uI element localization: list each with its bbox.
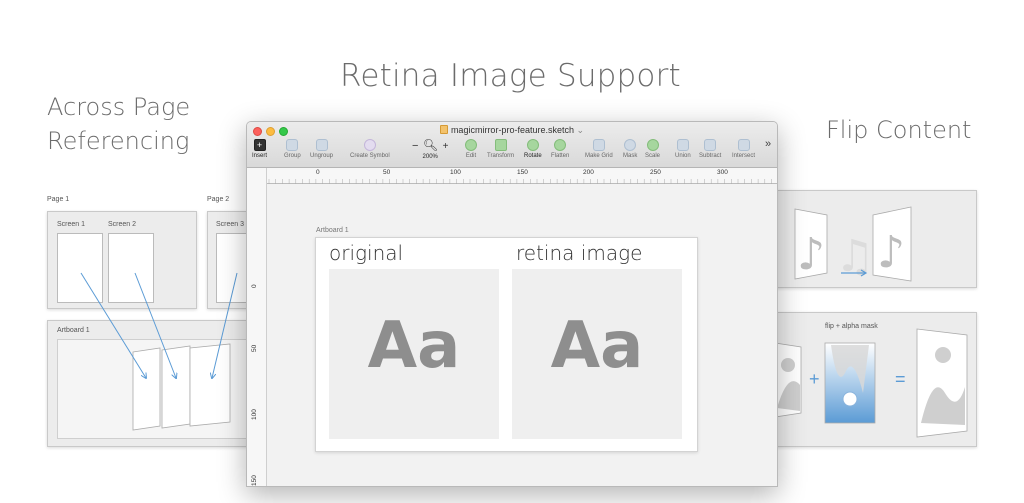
zoom-control[interactable]: − 🔍︎ + 200% <box>412 136 448 160</box>
toolbar-overflow-button[interactable]: » <box>765 138 771 150</box>
flip-demo-panel: ♪ ♫ ♪ <box>772 190 977 288</box>
subtract-icon <box>704 139 717 151</box>
original-aa-text: Aa <box>367 309 461 383</box>
insert-button[interactable]: + Insert <box>252 139 267 159</box>
sketch-window: magicmirror-pro-feature.sketch ⌄ + Inser… <box>246 121 778 487</box>
canvas[interactable]: Artboard 1 original retina image Aa Aa <box>268 184 777 486</box>
vruler-label-50: 50 <box>251 344 258 352</box>
rotate-button[interactable]: Rotate <box>524 139 542 159</box>
vruler-label-0: 0 <box>251 284 258 288</box>
horizontal-ruler: 0 50 100 150 200 250 300 <box>267 168 777 184</box>
create-symbol-button[interactable]: Create Symbol <box>350 139 390 159</box>
flip-music-illustration: ♪ ♫ ♪ <box>794 206 912 282</box>
union-icon <box>676 139 689 151</box>
equals-sign: = <box>895 369 906 389</box>
alpha-mask-demo-panel: flip + alpha mask + = <box>772 312 977 447</box>
vertical-ruler: 0 50 100 150 <box>247 168 267 486</box>
zoom-level: 200% <box>422 154 438 160</box>
grid-icon <box>592 139 605 151</box>
zoom-out-button[interactable]: − <box>412 140 418 152</box>
alpha-mask-illustration <box>774 328 968 438</box>
subtract-button[interactable]: Subtract <box>699 139 721 159</box>
referenced-screens <box>132 343 231 431</box>
magnifier-icon: 🔍︎ <box>422 138 439 152</box>
retina-image[interactable]: Aa <box>512 269 682 439</box>
ungroup-button[interactable]: Ungroup <box>310 139 333 159</box>
transform-icon <box>494 139 507 151</box>
zoom-in-button[interactable]: + <box>443 141 449 152</box>
flatten-icon <box>554 139 567 151</box>
ruler-label-100: 100 <box>450 169 461 176</box>
artboard[interactable]: original retina image Aa Aa <box>315 237 698 452</box>
retina-aa-text: Aa <box>550 309 644 383</box>
transform-button[interactable]: Transform <box>487 139 514 159</box>
make-grid-button[interactable]: Make Grid <box>585 139 613 159</box>
scale-icon <box>646 139 659 151</box>
mask-icon <box>624 139 637 151</box>
ruler-label-250: 250 <box>650 169 661 176</box>
group-icon <box>286 139 299 151</box>
ruler-label-200: 200 <box>583 169 594 176</box>
edit-icon <box>465 139 477 151</box>
music-note-icon: ♪ <box>797 229 825 280</box>
original-title: original <box>329 241 404 265</box>
union-button[interactable]: Union <box>675 139 691 159</box>
ruler-label-300: 300 <box>717 169 728 176</box>
ungroup-icon <box>315 139 328 151</box>
window-toolbar: magicmirror-pro-feature.sketch ⌄ + Inser… <box>247 122 777 168</box>
scale-button[interactable]: Scale <box>645 139 660 159</box>
vruler-label-100: 100 <box>251 409 258 420</box>
rotate-icon <box>526 139 539 151</box>
mask-button[interactable]: Mask <box>623 139 637 159</box>
ruler-label-0: 0 <box>316 169 320 176</box>
music-notes-icon: ♫ <box>835 231 874 282</box>
title-chevron-icon[interactable]: ⌄ <box>577 125 585 135</box>
sketch-file-icon <box>439 125 448 134</box>
artboard-name-label[interactable]: Artboard 1 <box>316 227 349 234</box>
flatten-button[interactable]: Flatten <box>551 139 569 159</box>
window-title-text: magicmirror-pro-feature.sketch <box>450 125 574 135</box>
ruler-label-150: 150 <box>517 169 528 176</box>
symbol-icon <box>363 139 376 151</box>
intersect-icon <box>737 139 750 151</box>
vruler-label-150: 150 <box>251 475 258 486</box>
intersect-button[interactable]: Intersect <box>732 139 755 159</box>
ruler-label-50: 50 <box>383 169 391 176</box>
insert-plus-icon: + <box>253 139 266 151</box>
retina-title: retina image <box>516 241 643 265</box>
original-image[interactable]: Aa <box>329 269 499 439</box>
group-button[interactable]: Group <box>284 139 301 159</box>
edit-button[interactable]: Edit <box>465 139 477 159</box>
flip-alpha-mask-label: flip + alpha mask <box>825 323 878 330</box>
window-title: magicmirror-pro-feature.sketch ⌄ <box>247 125 777 136</box>
plus-sign: + <box>809 369 820 389</box>
music-note-flipped-icon: ♪ <box>877 227 905 278</box>
